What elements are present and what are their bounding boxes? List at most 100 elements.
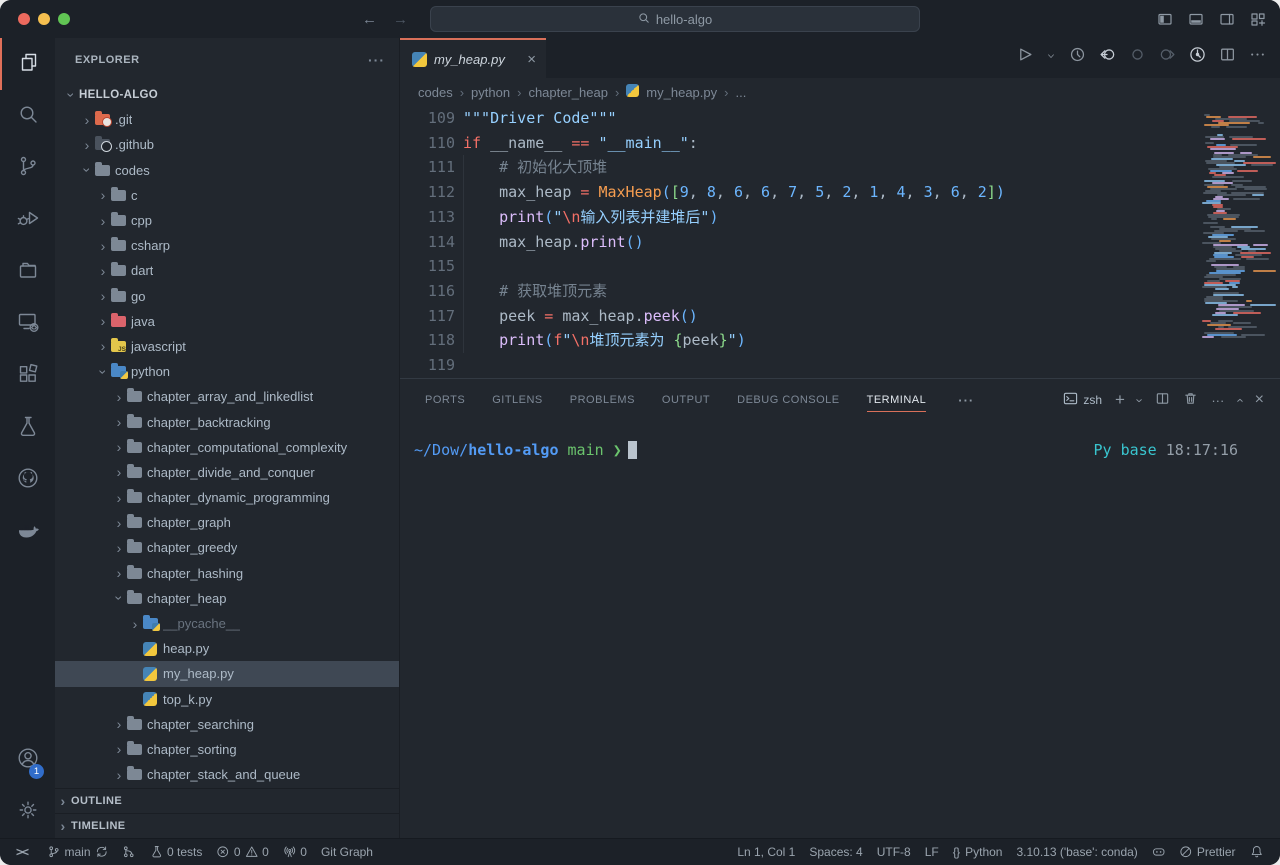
- breadcrumb-item-file[interactable]: my_heap.py: [646, 85, 717, 100]
- breadcrumb-symbol[interactable]: ...: [735, 85, 746, 100]
- tree-item-chapter-graph[interactable]: ›chapter_graph: [55, 510, 399, 535]
- status-indentation[interactable]: Spaces: 4: [802, 839, 869, 865]
- history-back-icon[interactable]: ←: [362, 11, 377, 28]
- activity-bar-item-extensions[interactable]: [0, 350, 55, 402]
- activity-bar-item-remote-explorer[interactable]: [0, 298, 55, 350]
- toggle-secondary-sidebar-icon[interactable]: [1219, 11, 1235, 27]
- tree-item-javascript[interactable]: ›javascript: [55, 334, 399, 359]
- tree-item-top-k-py[interactable]: top_k.py: [55, 687, 399, 712]
- breadcrumb-item-python[interactable]: python: [471, 85, 510, 100]
- activity-bar-item-docker[interactable]: [0, 506, 55, 558]
- tree-item-dart[interactable]: ›dart: [55, 258, 399, 283]
- tree-item-chapter-sorting[interactable]: ›chapter_sorting: [55, 737, 399, 762]
- tree-item-my-heap-py[interactable]: my_heap.py: [55, 661, 399, 686]
- tree-item-codes[interactable]: ›codes: [55, 158, 399, 183]
- status-remote-window[interactable]: ><: [0, 839, 40, 865]
- tree-item-hello-algo[interactable]: ›HELLO-ALGO: [55, 82, 399, 107]
- tree-item-chapter-array-and-linkedlist[interactable]: ›chapter_array_and_linkedlist: [55, 384, 399, 409]
- status-copilot[interactable]: [1145, 839, 1173, 865]
- split-editor-icon[interactable]: [1219, 46, 1236, 68]
- customize-layout-icon[interactable]: [1250, 11, 1266, 27]
- tab-my-heap-py[interactable]: my_heap.py ×: [400, 38, 546, 78]
- panel-tabs-overflow-icon[interactable]: ···: [958, 393, 974, 408]
- terminal-dropdown-icon[interactable]: ›: [1138, 393, 1142, 408]
- kill-terminal-icon[interactable]: [1183, 391, 1198, 409]
- panel-more-actions-icon[interactable]: ···: [1211, 393, 1224, 408]
- tree-item-chapter-stack-and-queue[interactable]: ›chapter_stack_and_queue: [55, 762, 399, 787]
- minimize-window-button[interactable]: [38, 13, 50, 25]
- maximize-panel-icon[interactable]: ›: [1237, 393, 1241, 408]
- activity-bar-item-settings[interactable]: [0, 786, 55, 838]
- tree-item-go[interactable]: ›go: [55, 284, 399, 309]
- status-git-graph[interactable]: Git Graph: [314, 839, 380, 865]
- split-terminal-icon[interactable]: [1155, 391, 1170, 409]
- status-eol[interactable]: LF: [918, 839, 946, 865]
- tree-item-chapter-greedy[interactable]: ›chapter_greedy: [55, 535, 399, 560]
- panel-tab-problems[interactable]: PROBLEMS: [570, 379, 635, 421]
- explorer-more-actions-icon[interactable]: ···: [368, 52, 385, 68]
- status-notifications[interactable]: [1243, 839, 1271, 865]
- more-icon[interactable]: [1249, 46, 1266, 68]
- tree-item-chapter-hashing[interactable]: ›chapter_hashing: [55, 561, 399, 586]
- nav-back-icon[interactable]: [1099, 46, 1116, 68]
- activity-bar-item-search[interactable]: [0, 90, 55, 142]
- tree-item-chapter-searching[interactable]: ›chapter_searching: [55, 712, 399, 737]
- activity-bar-item-folders[interactable]: [0, 246, 55, 298]
- tree-item-heap-py[interactable]: heap.py: [55, 636, 399, 661]
- run-icon[interactable]: [1016, 46, 1033, 68]
- status-python-interpreter[interactable]: 3.10.13 ('base': conda): [1009, 839, 1144, 865]
- status-git-branch[interactable]: main: [40, 839, 115, 865]
- status-ports[interactable]: 0: [276, 839, 314, 865]
- tree-item-pycache[interactable]: ›__pycache__: [55, 611, 399, 636]
- code-editor[interactable]: 109"""Driver Code"""110if __name__ == "_…: [400, 106, 1280, 378]
- tree-item-csharp[interactable]: ›csharp: [55, 233, 399, 258]
- activity-bar-item-accounts[interactable]: 1: [0, 734, 55, 786]
- activity-bar-item-source-control[interactable]: [0, 142, 55, 194]
- close-window-button[interactable]: [18, 13, 30, 25]
- nav-dot-icon[interactable]: [1129, 46, 1146, 68]
- tree-item-chapter-dynamic-programming[interactable]: ›chapter_dynamic_programming: [55, 485, 399, 510]
- panel-tab-terminal[interactable]: TERMINAL: [867, 379, 927, 421]
- activity-bar-item-run-and-debug[interactable]: [0, 194, 55, 246]
- panel-tab-ports[interactable]: PORTS: [425, 379, 465, 421]
- command-center-search[interactable]: hello-algo: [430, 6, 920, 32]
- close-panel-icon[interactable]: ×: [1255, 391, 1264, 409]
- status-prettier[interactable]: Prettier: [1172, 839, 1242, 865]
- run-dropdown-icon[interactable]: [1046, 48, 1056, 66]
- breadcrumb-item-codes[interactable]: codes: [418, 85, 453, 100]
- sidebar-section-outline[interactable]: › OUTLINE: [55, 788, 399, 813]
- zoom-window-button[interactable]: [58, 13, 70, 25]
- panel-tab-gitlens[interactable]: GITLENS: [492, 379, 543, 421]
- tree-item-python[interactable]: ›python: [55, 359, 399, 384]
- activity-bar-item-testing[interactable]: [0, 402, 55, 454]
- tree-item-chapter-computational-complexity[interactable]: ›chapter_computational_complexity: [55, 435, 399, 460]
- tree-item-cpp[interactable]: ›cpp: [55, 208, 399, 233]
- history-forward-icon[interactable]: →: [393, 11, 408, 28]
- panel-tab-output[interactable]: OUTPUT: [662, 379, 710, 421]
- toggle-panel-icon[interactable]: [1188, 11, 1204, 27]
- tree-item-c[interactable]: ›c: [55, 183, 399, 208]
- nav-forward-icon[interactable]: [1159, 46, 1176, 68]
- tree-item-java[interactable]: ›java: [55, 309, 399, 334]
- activity-bar-item-github[interactable]: [0, 454, 55, 506]
- breadcrumb-item-chapter_heap[interactable]: chapter_heap: [528, 85, 608, 100]
- terminal-shell-label[interactable]: zsh: [1063, 391, 1102, 409]
- new-terminal-icon[interactable]: +: [1115, 390, 1125, 410]
- close-tab-icon[interactable]: ×: [527, 51, 536, 68]
- timeline-icon[interactable]: [1069, 46, 1086, 68]
- status-tests[interactable]: 0 tests: [143, 839, 210, 865]
- toggle-primary-sidebar-icon[interactable]: [1157, 11, 1173, 27]
- status-problems[interactable]: 00: [209, 839, 275, 865]
- sidebar-section-timeline[interactable]: › TIMELINE: [55, 813, 399, 838]
- terminal-view[interactable]: ~/Dow/hello-algo main ❯ Py base 18:17:16: [400, 421, 1280, 838]
- tree-item-git[interactable]: ›.git: [55, 107, 399, 132]
- minimap[interactable]: [1202, 114, 1276, 378]
- status-git-graph-branch[interactable]: [115, 839, 143, 865]
- status-cursor-position[interactable]: Ln 1, Col 1: [730, 839, 802, 865]
- status-encoding[interactable]: UTF-8: [870, 839, 918, 865]
- panel-tab-debug-console[interactable]: DEBUG CONSOLE: [737, 379, 839, 421]
- status-language-mode[interactable]: { }Python: [946, 839, 1010, 865]
- tree-item-github[interactable]: ›.github: [55, 132, 399, 157]
- tree-item-chapter-heap[interactable]: ›chapter_heap: [55, 586, 399, 611]
- tree-item-chapter-divide-and-conquer[interactable]: ›chapter_divide_and_conquer: [55, 460, 399, 485]
